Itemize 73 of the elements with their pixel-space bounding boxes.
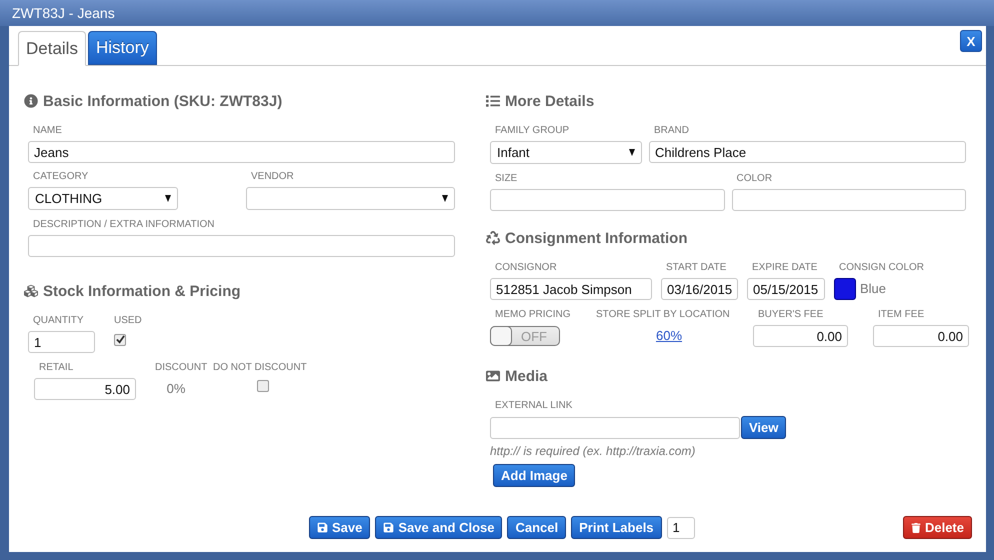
- action-button[interactable]: Cancel: [507, 516, 566, 539]
- action-button[interactable]: Print Labels: [571, 516, 662, 539]
- input-field[interactable]: 5.00: [34, 378, 136, 400]
- list-icon: [486, 94, 500, 108]
- field-label: SIZE: [495, 174, 518, 184]
- caret-icon: [165, 195, 171, 202]
- color-name: Blue: [860, 280, 886, 298]
- input-field[interactable]: 1: [28, 331, 95, 353]
- checkbox[interactable]: [114, 334, 126, 346]
- section-heading: Stock Information & Pricing: [43, 282, 241, 300]
- field-label: DO NOT DISCOUNT: [213, 363, 307, 373]
- tab[interactable]: History: [88, 31, 157, 65]
- field-label: USED: [114, 316, 142, 326]
- field-label: FAMILY GROUP: [495, 126, 570, 136]
- hint-text: http:// is required (ex. http://traxia.com): [490, 444, 696, 458]
- field-label: VENDOR: [251, 172, 294, 182]
- input-field[interactable]: Childrens Place: [649, 141, 966, 163]
- input-field[interactable]: [732, 189, 966, 211]
- trash-icon: [910, 522, 921, 532]
- field-label: EXTERNAL LINK: [495, 401, 572, 411]
- section-heading: Media: [505, 368, 548, 384]
- split-link[interactable]: 60%: [656, 325, 682, 347]
- cubes-icon: [24, 284, 38, 298]
- floppy-icon: [317, 522, 328, 533]
- section-heading: Basic Information (SKU: ZWT83J): [43, 92, 282, 110]
- field-label: BUYER'S FEE: [758, 310, 824, 320]
- field-label: COLOR: [736, 174, 772, 184]
- field-label: ITEM FEE: [878, 310, 924, 320]
- input-field[interactable]: 0.00: [753, 325, 848, 347]
- recycle-icon: [486, 231, 500, 245]
- window-title: ZWT83J - Jeans: [12, 5, 115, 21]
- image-icon: [486, 369, 500, 383]
- caret-icon: [629, 149, 635, 156]
- info-icon: [24, 94, 38, 108]
- field-label: STORE SPLIT BY LOCATION: [596, 310, 730, 320]
- dropdown[interactable]: Infant: [490, 141, 642, 164]
- input-field[interactable]: Jeans: [28, 141, 455, 163]
- input-field[interactable]: 03/16/2015: [661, 278, 738, 300]
- input-field[interactable]: 0.00: [873, 325, 969, 347]
- save-button[interactable]: Save: [309, 516, 370, 539]
- dropdown[interactable]: CLOTHING: [28, 187, 178, 210]
- field-label: BRAND: [654, 126, 690, 136]
- section-heading: More Details: [505, 92, 594, 110]
- view-button[interactable]: View: [741, 416, 786, 439]
- field-label: NAME: [33, 126, 62, 136]
- field-label: RETAIL: [39, 363, 74, 373]
- field-label: QUANTITY: [33, 316, 84, 326]
- input-field[interactable]: [490, 416, 740, 438]
- close-button[interactable]: X: [960, 30, 982, 52]
- dropdown[interactable]: [246, 187, 455, 210]
- field-label: DISCOUNT: [155, 363, 208, 373]
- input-field[interactable]: [28, 235, 455, 257]
- floppy-icon: [383, 522, 394, 533]
- input-field[interactable]: 512851 Jacob Simpson: [490, 278, 652, 300]
- caret-icon: [442, 195, 448, 202]
- input-field[interactable]: 05/15/2015: [747, 278, 825, 300]
- field-label: EXPIRE DATE: [752, 263, 818, 273]
- input-field[interactable]: [490, 189, 724, 211]
- delete-button[interactable]: Delete: [902, 516, 972, 539]
- field-label: DESCRIPTION / EXTRA INFORMATION: [33, 220, 214, 230]
- tab[interactable]: Details: [18, 31, 86, 66]
- save-button[interactable]: Save and Close: [375, 516, 502, 539]
- field-label: START DATE: [666, 263, 726, 273]
- add-image-button[interactable]: Add Image: [493, 464, 576, 487]
- discount-value: 0%: [166, 380, 186, 398]
- count-field[interactable]: 1: [666, 516, 695, 538]
- field-label: CONSIGNOR: [495, 263, 557, 273]
- color-swatch[interactable]: [834, 278, 856, 300]
- checkbox[interactable]: [257, 380, 269, 392]
- section-heading: Consignment Information: [505, 230, 688, 246]
- field-label: CATEGORY: [33, 172, 88, 182]
- field-label: CONSIGN COLOR: [839, 263, 924, 273]
- field-label: MEMO PRICING: [495, 310, 571, 320]
